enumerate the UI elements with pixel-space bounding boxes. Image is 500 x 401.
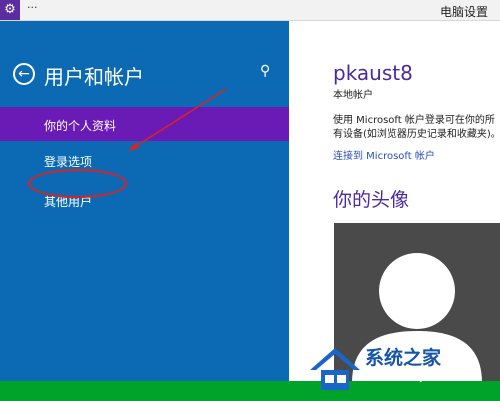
house-logo-icon	[310, 348, 360, 390]
watermark-url: XITONGZHIJIA.NET	[365, 373, 456, 383]
connect-microsoft-link[interactable]: 连接到 Microsoft 帐户	[333, 147, 435, 162]
user-name: pkaust8	[333, 61, 413, 85]
annotation-arrow	[128, 88, 227, 151]
watermark-text: 系统之家	[365, 347, 442, 369]
sidebar: ← 用户和帐户 ⚲ 你的个人资料 登录选项 其他用户	[0, 21, 289, 381]
account-type: 本地帐户	[333, 90, 373, 101]
gear-icon[interactable]: ⚙	[0, 0, 20, 20]
more-menu[interactable]: ···	[27, 1, 38, 14]
account-description: 使用 Microsoft 帐户登录可在你的所有设备(如浏览器历史记录和收藏夹)。	[333, 115, 500, 140]
window-title: 电脑设置	[439, 5, 488, 19]
avatar-heading: 你的头像	[333, 189, 410, 211]
watermark: 系统之家 XITONGZHIJIA.NET	[305, 340, 500, 401]
title-bar: ⚙ ··· 电脑设置	[0, 0, 500, 21]
main-content: pkaust8 本地帐户 使用 Microsoft 帐户登录可在你的所有设备(如…	[289, 21, 500, 383]
